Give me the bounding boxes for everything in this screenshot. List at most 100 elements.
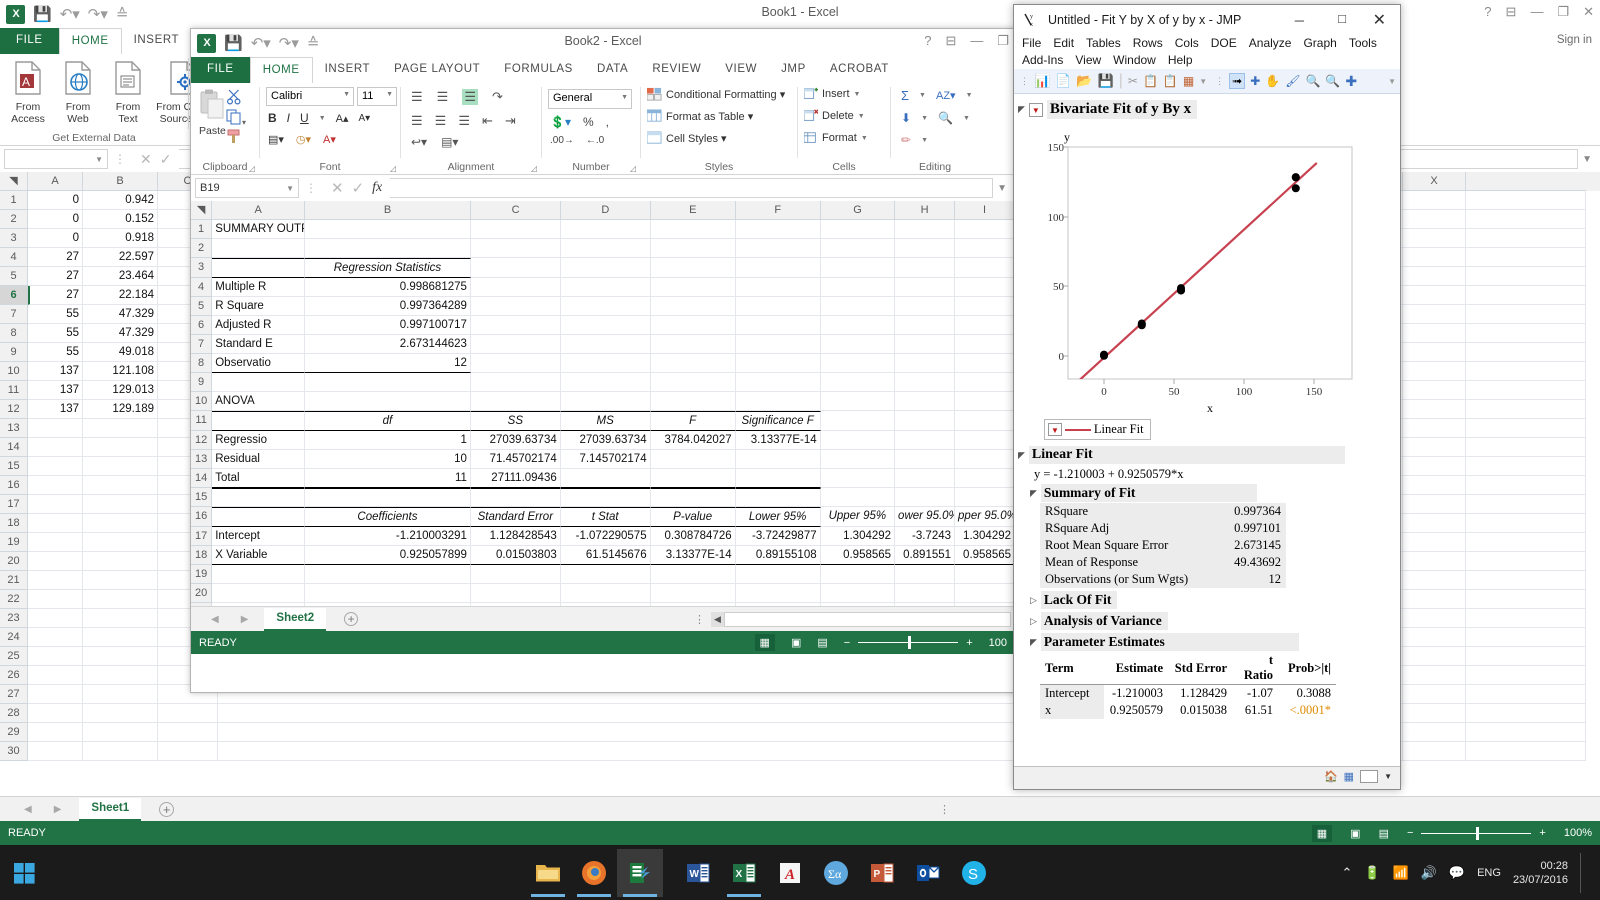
cell-G7[interactable]	[821, 335, 895, 354]
row-header[interactable]: 6	[191, 316, 212, 335]
book2-ribbon[interactable]: Paste ▾	[191, 83, 1015, 175]
new-data-table-icon[interactable]: 📊	[1034, 73, 1050, 89]
expand-formula-bar-icon[interactable]: ▼	[997, 183, 1007, 194]
font-name-combo[interactable]: Calibri ▼	[266, 87, 354, 106]
cell-H4[interactable]	[895, 278, 955, 297]
row-header[interactable]: 3	[0, 229, 28, 248]
borders-icon[interactable]: ▤▾	[268, 133, 284, 146]
book1-zoom-level[interactable]: 100%	[1564, 827, 1592, 839]
ribbon-display-icon[interactable]: ⊟	[945, 33, 956, 49]
cell-X[interactable]	[1403, 590, 1466, 609]
disclosure-triangle-icon[interactable]: ◤	[1030, 488, 1037, 499]
cell-E18[interactable]: 3.13377E-14	[651, 546, 736, 565]
row-header[interactable]: 17	[191, 527, 212, 546]
enter-icon[interactable]: ✓	[160, 151, 172, 168]
disclosure-triangle-icon[interactable]: ◤	[1018, 450, 1025, 461]
cell-D6[interactable]	[561, 316, 651, 335]
cell-A[interactable]: 0	[28, 210, 83, 229]
cell-spacer2[interactable]	[1466, 704, 1586, 723]
cell-H9[interactable]	[895, 373, 955, 392]
cell-B[interactable]	[83, 552, 158, 571]
row-header[interactable]: 19	[0, 533, 28, 552]
cell-A14[interactable]: Total	[212, 469, 305, 488]
menu-rows[interactable]: Rows	[1133, 35, 1163, 52]
cell-H15[interactable]	[895, 488, 955, 507]
cell-F7[interactable]	[736, 335, 821, 354]
data-point[interactable]	[1292, 184, 1300, 192]
cell-A5[interactable]: R Square	[212, 297, 305, 316]
row-header[interactable]: 21	[0, 571, 28, 590]
cell-G14[interactable]	[821, 469, 895, 488]
cell-X[interactable]	[1403, 609, 1466, 628]
zoom-out-icon[interactable]: −	[844, 637, 850, 649]
menu-file[interactable]: File	[1022, 35, 1041, 52]
autosum-icon[interactable]: Σ	[901, 88, 909, 103]
cell-B[interactable]	[83, 685, 158, 704]
cell-spacer2[interactable]	[1466, 628, 1586, 647]
cell-H3[interactable]	[895, 258, 955, 278]
row-header[interactable]: 18	[191, 546, 212, 565]
cell-A[interactable]	[28, 419, 83, 438]
book1-window-controls[interactable]: ? ⊟ — ❐ ✕	[1484, 4, 1594, 20]
cell-D16[interactable]: t Stat	[561, 507, 651, 527]
cell-E10[interactable]	[651, 392, 736, 411]
tab-view[interactable]: VIEW	[713, 57, 769, 83]
disclosure-triangle-collapsed-icon[interactable]: ▷	[1030, 616, 1037, 627]
cell-X[interactable]	[1403, 628, 1466, 647]
jmp-title-bar[interactable]: y x Untitled - Fit Y by X of y by x - JM…	[1014, 5, 1400, 35]
clear-icon[interactable]: ✏	[901, 133, 911, 147]
cell-B[interactable]	[83, 438, 158, 457]
row-header[interactable]: 18	[0, 514, 28, 533]
next-sheet-icon[interactable]: ▶	[241, 614, 249, 625]
cell-X[interactable]	[1403, 381, 1466, 400]
analysis-of-variance-section-header[interactable]: ▷ Analysis of Variance	[1030, 612, 1396, 630]
cell-I3[interactable]	[955, 258, 1015, 278]
row-header[interactable]: 9	[191, 373, 212, 392]
page-break-view-icon[interactable]: ▤	[817, 636, 827, 649]
jmp-close-button[interactable]: ✕	[1373, 10, 1386, 30]
cell-H17[interactable]: -3.7243	[895, 527, 955, 546]
cell-B2[interactable]	[305, 239, 471, 258]
from-access-button[interactable]: A From Access	[4, 58, 52, 125]
chevron-down-icon[interactable]: ▼	[319, 115, 326, 122]
cell-X[interactable]	[1403, 457, 1466, 476]
cell-D18[interactable]: 61.5145676	[561, 546, 651, 565]
cell-C8[interactable]	[471, 354, 561, 373]
red-triangle-menu-icon[interactable]: ▼	[1029, 103, 1043, 117]
cell-I9[interactable]	[955, 373, 1015, 392]
cell-C1[interactable]	[471, 220, 561, 239]
table-row[interactable]: 4Multiple R0.998681275	[191, 278, 1015, 297]
cell-G20[interactable]	[821, 584, 895, 603]
cell-A[interactable]: 55	[28, 343, 83, 362]
orientation-icon[interactable]: ↷	[492, 89, 503, 105]
cell-A[interactable]	[28, 476, 83, 495]
cell-E3[interactable]	[651, 258, 736, 278]
cell-E16[interactable]: P-value	[651, 507, 736, 527]
cell-A17[interactable]: Intercept	[212, 527, 305, 546]
start-button[interactable]	[0, 845, 50, 900]
col-header-F[interactable]: F	[736, 201, 821, 220]
cell-B19[interactable]	[305, 565, 471, 584]
cell-A7[interactable]: Standard E	[212, 335, 305, 354]
align-top-icon[interactable]: ☰	[411, 89, 423, 105]
help-icon[interactable]: ?	[1484, 4, 1491, 20]
book2-quick-access-toolbar[interactable]: X 💾 ↶▾ ↷▾ ≙ Book2 - Excel ? ⊟ — ❐	[191, 29, 1015, 57]
add-sheet-button[interactable]: +	[159, 802, 174, 817]
cell-spacer2[interactable]	[1466, 229, 1586, 248]
cell-B7[interactable]: 2.673144623	[305, 335, 471, 354]
customize-qat-icon[interactable]: ≙	[307, 36, 320, 51]
menu-doe[interactable]: DOE	[1211, 35, 1237, 52]
cell-H8[interactable]	[895, 354, 955, 373]
decrease-decimal-icon[interactable]: ←.0	[586, 135, 604, 146]
paste-icon[interactable]: 📋	[1163, 74, 1178, 88]
cell-B[interactable]	[83, 571, 158, 590]
row-header[interactable]: 11	[191, 411, 212, 431]
taskbar-item-skype[interactable]: S	[951, 849, 997, 897]
cell-B[interactable]	[83, 514, 158, 533]
row-header[interactable]: 23	[0, 609, 28, 628]
book2-rows[interactable]: 1SUMMARY OUTPUT23Regression Statistics4M…	[191, 220, 1015, 606]
cell-X[interactable]	[1403, 210, 1466, 229]
cell-spacer2[interactable]	[1466, 400, 1586, 419]
cell-H13[interactable]	[895, 450, 955, 469]
table-row[interactable]: 7Standard E2.673144623	[191, 335, 1015, 354]
